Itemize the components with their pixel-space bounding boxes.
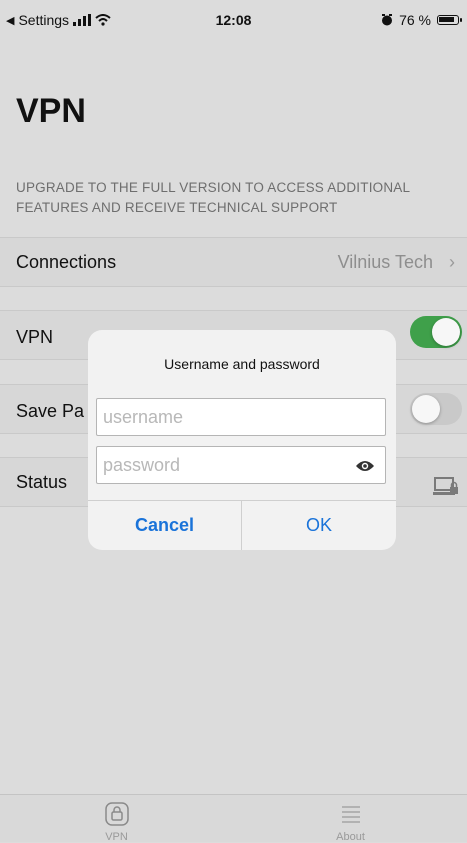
- computer-lock-icon: [433, 477, 458, 495]
- chevron-right-icon: ›: [449, 252, 455, 272]
- alarm-icon: [382, 14, 393, 26]
- save-password-label: Save Pa: [16, 401, 85, 421]
- toggle-knob: [432, 318, 460, 346]
- password-input[interactable]: [97, 447, 349, 483]
- username-input[interactable]: [97, 399, 349, 435]
- battery-percentage: 76 %: [399, 12, 431, 28]
- status-label: Status: [16, 472, 68, 492]
- upgrade-note[interactable]: UPGRADE TO THE FULL VERSION TO ACCESS AD…: [16, 178, 456, 218]
- ok-button[interactable]: OK: [242, 501, 396, 550]
- lock-icon: [105, 802, 129, 826]
- username-field-box: [96, 398, 386, 436]
- vpn-label: VPN: [16, 327, 54, 347]
- page-title: VPN: [16, 92, 86, 130]
- connections-value: Vilnius Tech: [337, 252, 433, 272]
- vpn-toggle[interactable]: [410, 316, 462, 348]
- status-bar: ◀ Settings 12:08 76 %: [0, 0, 467, 40]
- eye-icon[interactable]: [355, 459, 375, 473]
- password-field-box: [96, 446, 386, 484]
- tab-about-label: About: [336, 831, 365, 843]
- vpn-settings-screen: ◀ Settings 12:08 76 % VPN UPGRADE TO THE…: [0, 0, 467, 843]
- status-bar-right: 76 %: [381, 12, 462, 28]
- credentials-dialog: Username and password Cancel OK: [88, 330, 396, 550]
- save-password-toggle[interactable]: [410, 393, 462, 425]
- tab-bar: VPN About: [0, 794, 467, 843]
- tab-vpn[interactable]: VPN: [0, 795, 233, 843]
- battery-icon: [437, 15, 462, 25]
- cancel-button[interactable]: Cancel: [88, 501, 241, 550]
- list-icon: [342, 806, 360, 823]
- toggle-knob: [412, 395, 440, 423]
- tab-about[interactable]: About: [234, 795, 467, 843]
- dialog-title: Username and password: [164, 356, 320, 372]
- connections-row[interactable]: Connections Vilnius Tech ›: [0, 237, 467, 287]
- connections-label: Connections: [16, 252, 117, 272]
- tab-vpn-label: VPN: [105, 831, 128, 843]
